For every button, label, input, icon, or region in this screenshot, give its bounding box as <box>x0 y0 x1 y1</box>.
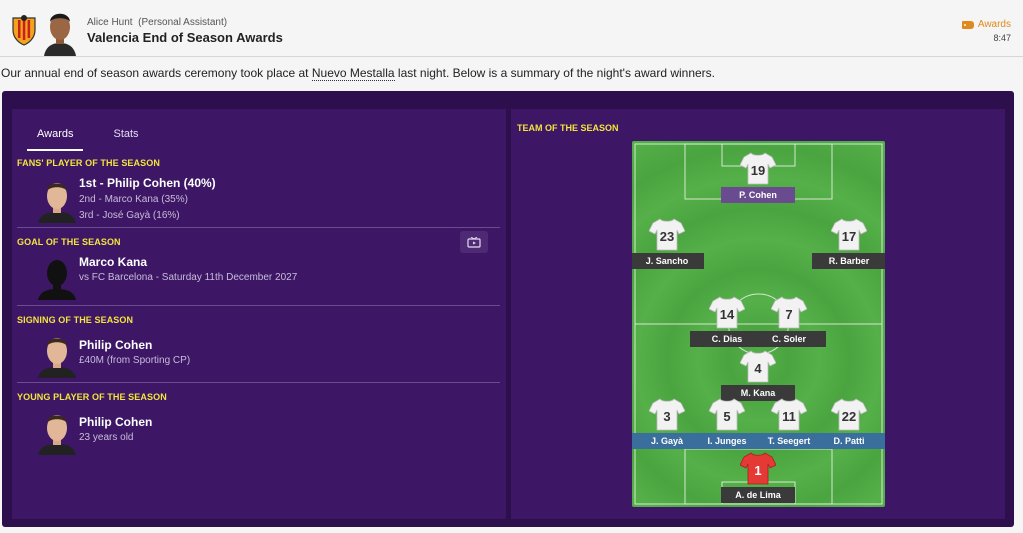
sender-line: Alice Hunt (Personal Assistant) <box>87 17 227 28</box>
player-card-cohen[interactable]: 19 P. Cohen <box>721 151 795 211</box>
player-name: R. Barber <box>812 253 885 269</box>
shirt-icon: 5 <box>709 398 745 431</box>
shirt-number: 19 <box>751 163 765 178</box>
divider <box>17 227 500 228</box>
message-subject: Valencia End of Season Awards <box>87 30 283 45</box>
player-card-soler[interactable]: 7 C. Soler <box>752 295 826 355</box>
young-player[interactable]: Philip Cohen <box>79 415 152 429</box>
player-name: A. de Lima <box>721 487 795 503</box>
team-of-season-title: TEAM OF THE SEASON <box>517 123 619 133</box>
shirt-icon: 23 <box>649 218 685 251</box>
shirt-icon: 4 <box>740 350 776 383</box>
fans-award-title: FANS' PLAYER OF THE SEASON <box>17 158 160 168</box>
fans-third[interactable]: 3rd - José Gayà (16%) <box>79 210 180 221</box>
goal-player[interactable]: Marco Kana <box>79 255 147 269</box>
signing-player[interactable]: Philip Cohen <box>79 338 152 352</box>
shirt-number: 1 <box>754 463 761 478</box>
shirt-icon: 22 <box>831 398 867 431</box>
shirt-icon: 14 <box>709 296 745 329</box>
young-award-title: YOUNG PLAYER OF THE SEASON <box>17 392 167 402</box>
shirt-number: 7 <box>785 307 792 322</box>
shirt-icon: 3 <box>649 398 685 431</box>
goal-detail[interactable]: vs FC Barcelona - Saturday 11th December… <box>79 272 297 283</box>
pitch: 19 P. Cohen 23 J. Sancho 17 R. Barber 14… <box>632 141 885 507</box>
shirt-number: 3 <box>663 409 670 424</box>
player-card-de-lima[interactable]: 1 A. de Lima <box>721 451 795 507</box>
fans-second[interactable]: 2nd - Marco Kana (35%) <box>79 194 188 205</box>
signing-award-title: SIGNING OF THE SEASON <box>17 315 134 325</box>
tab-awards[interactable]: Awards <box>27 127 84 151</box>
divider <box>17 382 500 383</box>
player-face-cohen[interactable] <box>32 173 82 223</box>
intro-before: Our annual end of season awards ceremony… <box>1 66 312 80</box>
shirt-icon: 19 <box>740 152 776 185</box>
player-name: D. Patti <box>812 433 885 449</box>
player-card-sancho[interactable]: 23 J. Sancho <box>632 217 704 277</box>
player-silhouette-kana[interactable] <box>32 250 82 300</box>
awards-panel: Awards Stats FANS' PLAYER OF THE SEASON … <box>2 91 1014 527</box>
shirt-number: 4 <box>754 361 762 376</box>
stadium-link[interactable]: Nuevo Mestalla <box>311 66 395 81</box>
signing-detail: £40M (from Sporting CP) <box>79 355 191 366</box>
shirt-number: 17 <box>842 229 856 244</box>
awards-card: Awards Stats FANS' PLAYER OF THE SEASON … <box>12 109 506 519</box>
fans-first[interactable]: 1st - Philip Cohen (40%) <box>79 176 216 190</box>
divider <box>17 305 500 306</box>
awards-tag-label: Awards <box>977 19 1011 30</box>
tag-icon <box>961 20 974 29</box>
shirt-icon: 11 <box>771 398 807 431</box>
sender-avatar <box>40 5 80 56</box>
team-of-season-card: TEAM OF THE SEASON 19 P. Cohen 23 J. San… <box>511 109 1005 519</box>
tab-bar: Awards Stats <box>27 127 149 151</box>
goal-award-title: GOAL OF THE SEASON <box>17 237 121 247</box>
shirt-number: 11 <box>782 409 796 424</box>
player-name: C. Soler <box>752 331 826 347</box>
goalkeeper-shirt-icon: 1 <box>740 452 776 485</box>
young-detail: 23 years old <box>79 432 134 443</box>
intro-text: Our annual end of season awards ceremony… <box>1 66 716 81</box>
tab-stats[interactable]: Stats <box>103 127 148 151</box>
player-name: P. Cohen <box>721 187 795 203</box>
awards-tag[interactable]: Awards <box>961 19 1011 30</box>
player-face-cohen[interactable] <box>32 328 82 378</box>
watch-goal-button[interactable] <box>460 231 488 253</box>
shirt-icon: 7 <box>771 296 807 329</box>
club-crest-icon <box>12 15 36 46</box>
shirt-icon: 17 <box>831 218 867 251</box>
shirt-number: 5 <box>723 409 730 424</box>
message-time: 8:47 <box>993 33 1011 43</box>
player-card-patti[interactable]: 22 D. Patti <box>812 397 885 457</box>
player-card-barber[interactable]: 17 R. Barber <box>812 217 885 277</box>
player-name: J. Sancho <box>632 253 704 269</box>
player-face-cohen[interactable] <box>32 405 82 455</box>
tv-icon <box>467 236 481 248</box>
intro-after: last night. Below is a summary of the ni… <box>394 66 716 80</box>
shirt-number: 14 <box>720 307 735 322</box>
shirt-number: 23 <box>660 229 674 244</box>
message-header: Alice Hunt (Personal Assistant) Valencia… <box>0 0 1023 57</box>
sender-name: Alice Hunt <box>87 17 133 28</box>
shirt-number: 22 <box>842 409 856 424</box>
sender-role: (Personal Assistant) <box>138 17 228 28</box>
